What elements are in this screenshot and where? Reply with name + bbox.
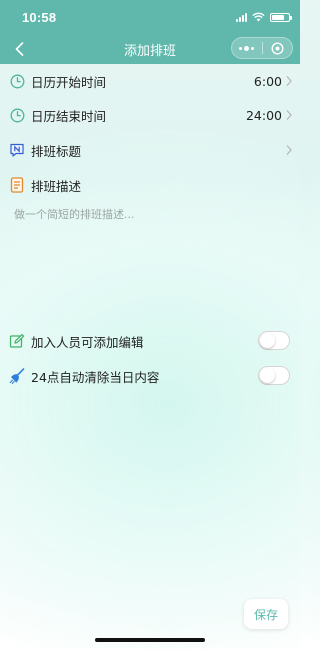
members-can-edit-row: 加入人员可添加编辑 <box>0 324 300 358</box>
more-dots-icon <box>239 45 255 51</box>
cellular-signal-icon <box>236 12 247 22</box>
status-bar: 10:58 <box>0 0 300 34</box>
schedule-title-row[interactable]: 排班标题 <box>0 133 300 167</box>
members-can-edit-label: 加入人员可添加编辑 <box>31 334 144 350</box>
schedule-title-label: 排班标题 <box>31 143 82 159</box>
chevron-right-icon <box>286 145 292 155</box>
document-icon <box>9 177 25 193</box>
schedule-desc-row: 排班描述 <box>0 168 300 202</box>
switch-knob <box>260 368 275 383</box>
more-button[interactable] <box>232 38 262 58</box>
auto-clear-switch[interactable] <box>258 366 290 385</box>
nav-bar: 添加排班 <box>0 34 300 64</box>
switch-knob <box>260 333 275 348</box>
edit-icon <box>9 333 25 349</box>
schedule-desc-placeholder: 做一个简短的排班描述... <box>14 208 135 221</box>
target-close-icon <box>271 41 284 55</box>
status-icons <box>236 12 292 22</box>
title-tag-icon <box>9 142 25 158</box>
clock-icon <box>9 107 25 123</box>
start-time-value: 6:00 <box>253 73 282 89</box>
home-indicator <box>95 638 205 642</box>
auto-clear-label: 24点自动清除当日内容 <box>31 369 160 385</box>
end-time-row[interactable]: 日历结束时间 24:00 <box>0 98 300 132</box>
end-time-value: 24:00 <box>245 107 282 123</box>
auto-clear-row: 24点自动清除当日内容 <box>0 359 300 393</box>
members-can-edit-switch[interactable] <box>258 331 290 350</box>
start-time-row[interactable]: 日历开始时间 6:00 <box>0 64 300 98</box>
end-time-label: 日历结束时间 <box>31 108 107 124</box>
close-miniprogram-button[interactable] <box>263 38 293 58</box>
chevron-right-icon <box>286 76 292 86</box>
schedule-desc-label: 排班描述 <box>31 178 82 194</box>
clock-icon <box>9 73 25 89</box>
chevron-right-icon <box>286 110 292 120</box>
start-time-label: 日历开始时间 <box>31 74 107 90</box>
broom-icon <box>9 368 25 384</box>
status-time: 10:58 <box>22 10 57 25</box>
wifi-icon <box>252 12 265 22</box>
capsule-menu <box>231 37 293 59</box>
battery-icon <box>270 12 292 22</box>
save-button[interactable]: 保存 <box>244 599 288 629</box>
header: 10:58 添加排班 <box>0 0 300 64</box>
schedule-desc-textarea[interactable]: 做一个简短的排班描述... <box>10 202 292 312</box>
